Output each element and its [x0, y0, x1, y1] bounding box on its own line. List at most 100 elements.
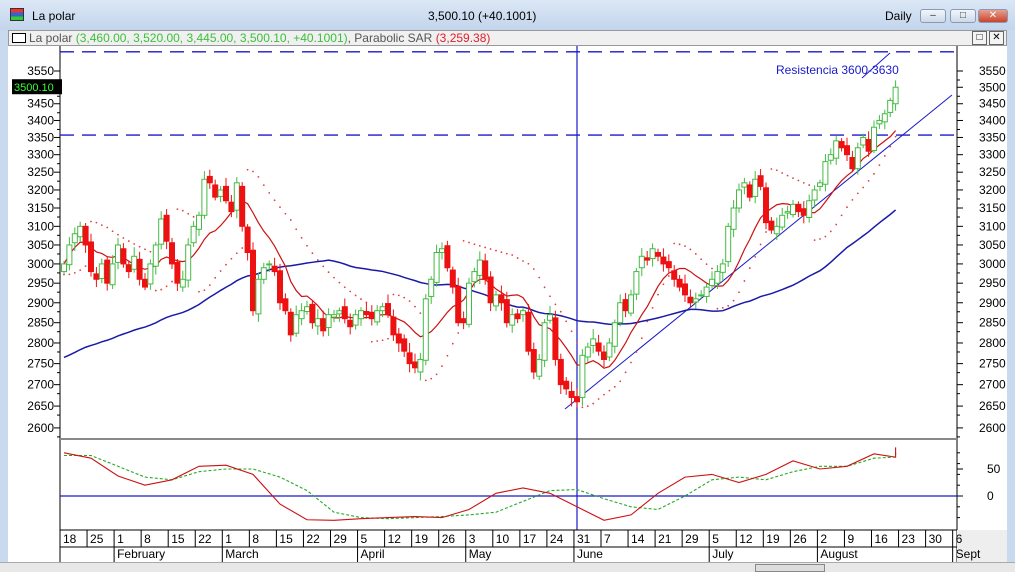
candle-body [255, 278, 262, 315]
x-day-label: 23 [902, 532, 916, 546]
candle-body [520, 310, 526, 316]
x-day-label: 1 [225, 532, 232, 546]
chart-area[interactable]: 2600 2600 2650 2650 2700 2700 2750 2750 2800 2800… [8, 46, 1007, 562]
sar-dot [786, 174, 789, 177]
sar-dot [619, 380, 622, 383]
sar-dot [516, 257, 519, 259]
candle-body [439, 248, 445, 254]
sar-dot [424, 379, 427, 382]
horizontal-scrollbar[interactable] [0, 562, 1015, 572]
scrollbar-thumb[interactable] [755, 564, 825, 572]
sar-dot [657, 293, 659, 296]
osc-y-tick: 0 [987, 489, 994, 503]
x-day-label: 9 [847, 532, 854, 546]
sar-dot [208, 284, 211, 286]
candle-body [622, 299, 629, 312]
y-tick-left: 3550 [27, 64, 54, 78]
sar-dot [759, 243, 762, 246]
sar-dot [219, 270, 222, 272]
legend-symbol: La polar [29, 31, 73, 45]
candle-body [147, 263, 154, 285]
candle-body [401, 338, 408, 352]
close-button[interactable]: ✕ [978, 9, 1008, 23]
sar-dot [160, 288, 163, 291]
y-tick-left: 3100 [27, 219, 54, 233]
candle-body [352, 314, 359, 326]
candle-body [649, 248, 656, 260]
sar-dot [176, 208, 179, 210]
candle-body [633, 271, 640, 295]
x-day-label: 26 [442, 532, 456, 546]
sar-dot [862, 186, 865, 189]
osc-y-tick: 50 [987, 462, 1001, 476]
candle-body [827, 154, 834, 161]
candle-body [779, 214, 786, 228]
sar-dot [716, 307, 719, 310]
candle-body [271, 265, 278, 273]
x-day-label: 10 [496, 532, 510, 546]
sar-dot [684, 245, 686, 248]
candle-body [525, 311, 532, 352]
y-tick-left: 3450 [27, 97, 54, 111]
sar-dot [349, 290, 352, 293]
candle-body [606, 342, 613, 358]
price-tag: 3500.10 [14, 82, 54, 94]
candle-body [93, 273, 100, 280]
x-day-label: 31 [577, 532, 591, 546]
candle-body [71, 233, 78, 244]
candle-body [838, 141, 845, 149]
x-day-label: 15 [279, 532, 293, 546]
y-tick-right: 2950 [979, 276, 1006, 290]
candle-body [163, 214, 170, 242]
sar-dot [468, 241, 470, 244]
sar-dot [635, 351, 638, 353]
period-label[interactable]: Daily [885, 9, 912, 23]
sar-dot [889, 145, 892, 148]
candle-body [768, 220, 775, 231]
chart-restore-button[interactable]: □ [972, 31, 987, 45]
candle-body [455, 285, 462, 324]
candle-body [579, 354, 586, 398]
x-day-label: 19 [415, 532, 429, 546]
x-day-label: 5 [361, 532, 368, 546]
candle-body [795, 203, 802, 213]
sar-dot [289, 219, 292, 221]
candle-body [719, 263, 726, 273]
sar-dot [451, 342, 454, 345]
candle-body [174, 261, 181, 284]
candle-body [881, 113, 888, 123]
sar-dot [235, 252, 238, 255]
title-bar: La polar 3,500.10 (+40.1001) Daily – □ ✕ [0, 0, 1015, 30]
maximize-button[interactable]: □ [950, 9, 976, 23]
candle-body [428, 278, 435, 297]
candle-body [82, 225, 89, 246]
sar-dot [532, 268, 535, 270]
candle-body [757, 175, 764, 187]
sar-dot [586, 405, 589, 408]
candle-body [536, 358, 543, 377]
sar-dot [403, 296, 406, 299]
candle-body [277, 270, 283, 304]
sar-dot [333, 276, 335, 279]
candle-body [811, 189, 818, 201]
sar-dot [824, 235, 827, 238]
price-chart[interactable]: 2600 26002650 26502700 27002750 27502800 2800… [8, 46, 1007, 562]
sar-dot [543, 286, 546, 289]
sar-dot [554, 303, 557, 306]
sar-dot [478, 244, 481, 247]
candle-body [741, 182, 748, 188]
chart-legend: La polar (3,460.00, 3,520.00, 3,445.00, … [8, 30, 1007, 46]
legend-indicator-value: (3,259.38) [435, 31, 491, 45]
candle-body [568, 390, 575, 398]
sar-dot [592, 402, 595, 405]
candle-body [233, 182, 240, 211]
candle-body [752, 178, 759, 197]
chart-close-button[interactable]: ✕ [989, 31, 1004, 45]
sar-dot [457, 332, 460, 334]
minimize-button[interactable]: – [920, 9, 946, 23]
candle-body [617, 302, 624, 324]
candle-body [698, 294, 705, 297]
sar-dot [306, 244, 308, 247]
sar-dot [538, 276, 541, 279]
candle-body [671, 270, 678, 280]
